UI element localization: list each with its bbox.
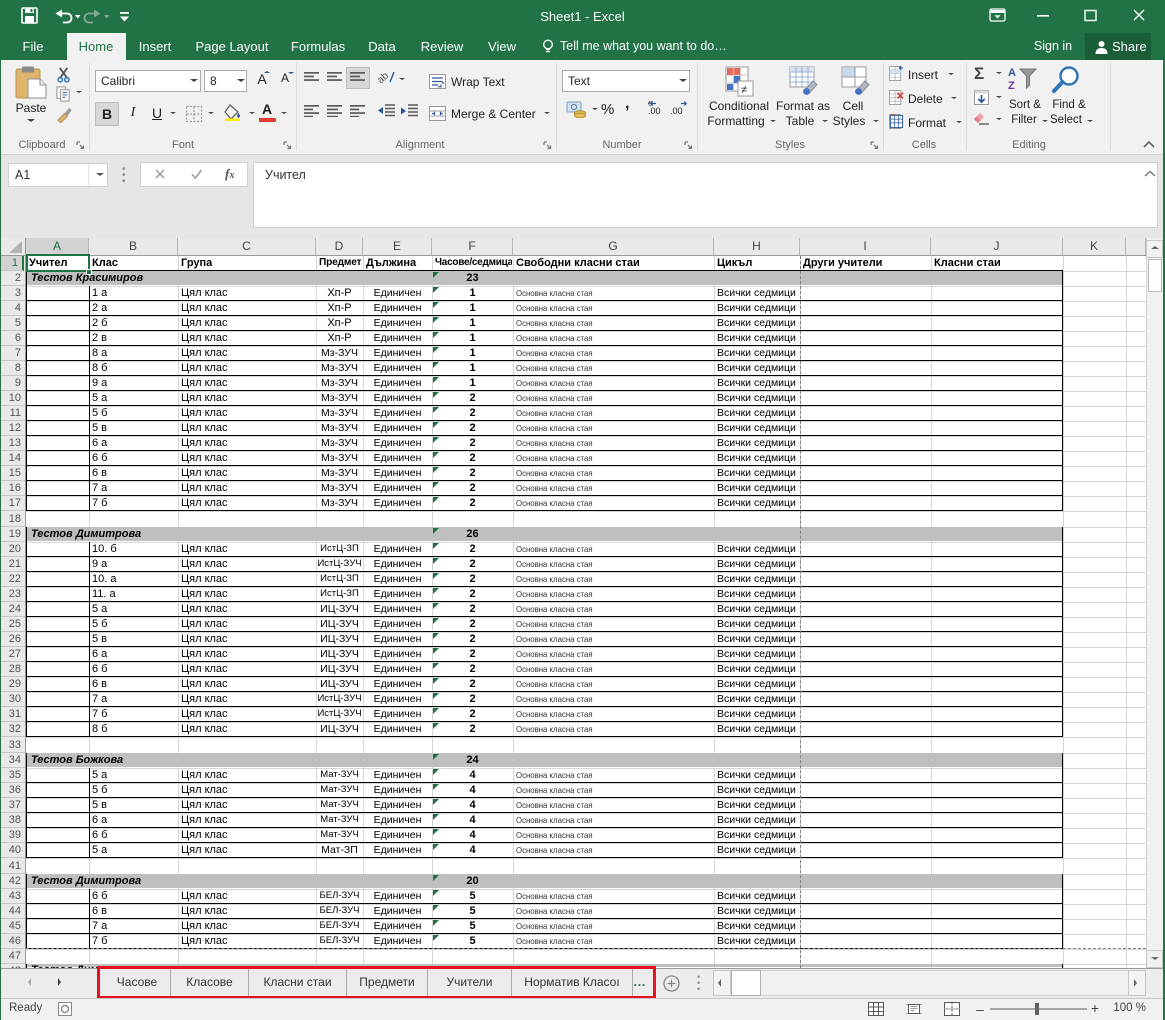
svg-text:ab: ab (377, 70, 391, 85)
svg-text:Z: Z (1008, 80, 1015, 92)
svg-text:≠: ≠ (741, 84, 747, 96)
svg-text:.00: .00 (670, 106, 683, 116)
svg-text:A: A (1008, 67, 1016, 79)
